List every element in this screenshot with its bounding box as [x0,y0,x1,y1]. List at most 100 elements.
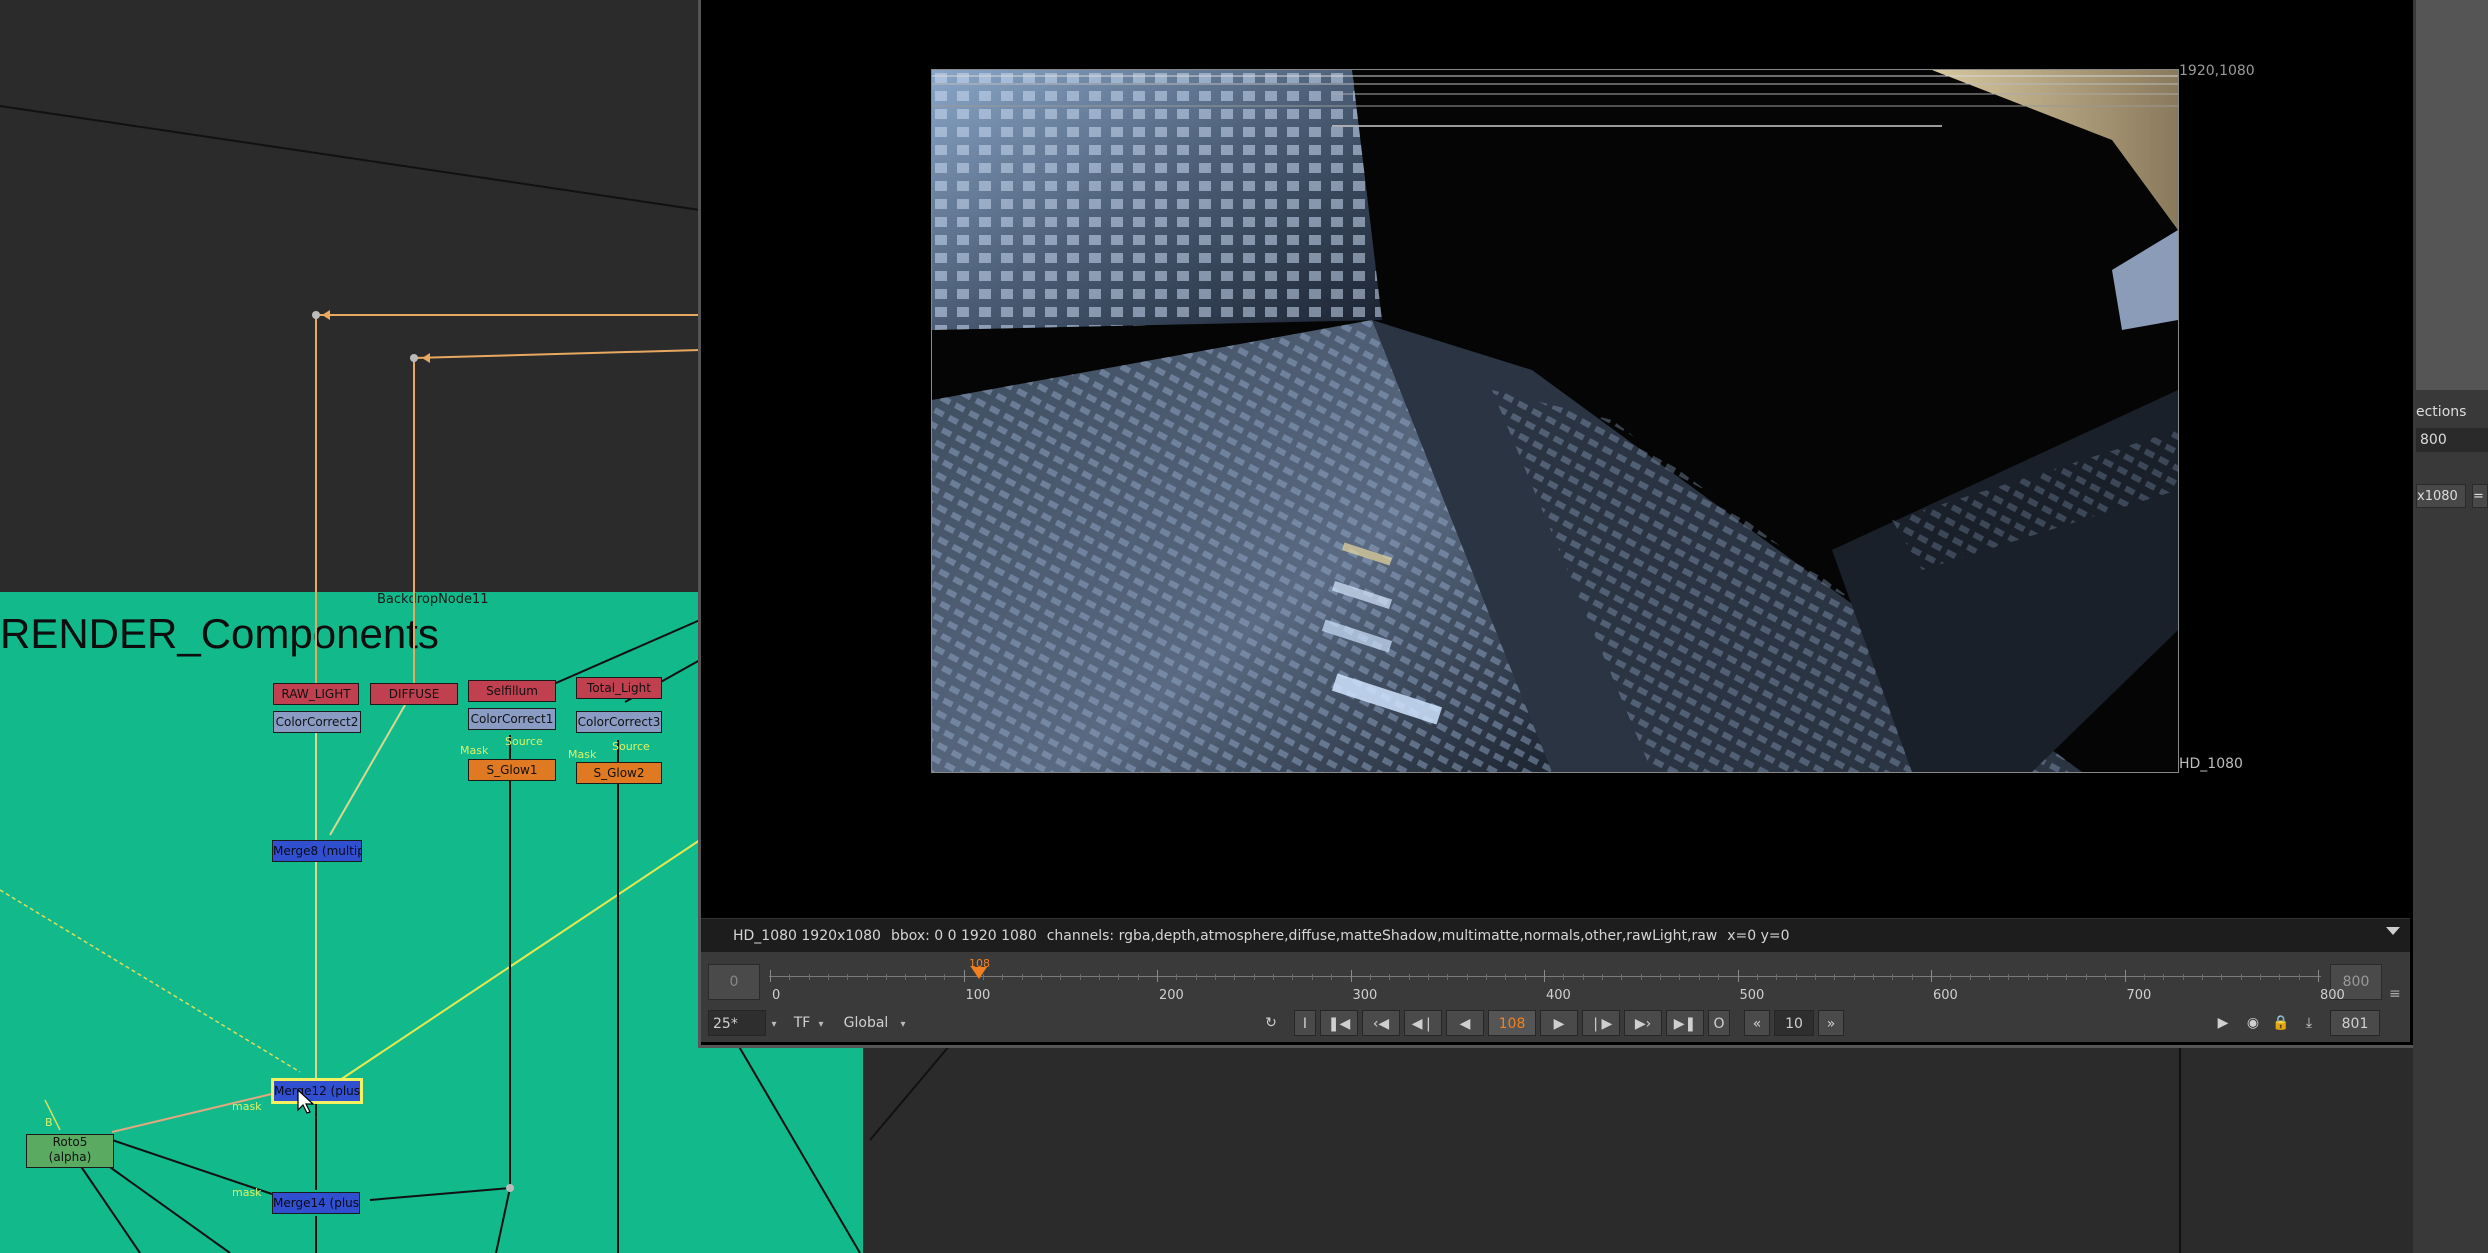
timeline-tick [1969,974,1971,980]
next-keyframe-icon[interactable]: ▶› [1624,1010,1662,1036]
input-label-mask-2: Mask [568,748,597,761]
input-label-mask-merge12: mask [232,1100,262,1113]
properties-value-field[interactable]: 800 [2416,428,2488,452]
timeline-tick [2163,974,2165,980]
timeline-tick-label: 0 [772,988,781,1003]
out-marker-button[interactable]: O [1708,1010,1730,1036]
prev-increment-icon[interactable]: ◀❘ [1404,1010,1442,1036]
timeline-tick [886,974,888,980]
timeline-tick [847,974,849,980]
timeline-tick [1756,974,1758,980]
input-label-mask: Mask [460,744,489,757]
timeline-tick [1795,974,1797,980]
timeline-tick [1350,970,1352,982]
timeline-tick [1737,970,1739,982]
record-icon[interactable]: ◉ [2240,1010,2266,1036]
timeline-tick [1060,974,1062,980]
info-channels: channels: rgba,depth,atmosphere,diffuse,… [1046,928,1718,944]
play-forward-icon[interactable]: ▶ [1540,1010,1578,1036]
last-frame-icon[interactable]: ▶❚ [1666,1010,1704,1036]
timeline-tick-label: 800 [2320,988,2345,1003]
timeline-tick [1408,974,1410,980]
timeline-tick [1853,974,1855,980]
timeline-tick [1021,974,1023,980]
node-merge-multiply[interactable]: Merge8 (multiply) [272,840,362,862]
flipbook-icon[interactable]: ▶ [2210,1010,2236,1036]
timeline-tick [2201,974,2203,980]
playback-mode-icon[interactable]: ↻ [1256,1010,1286,1036]
timeline-tick [1195,974,1197,980]
timeline-collapse-icon[interactable]: ≡ [2389,986,2401,1002]
timeline-playhead-label: 108 [968,957,990,970]
timeline-tick [944,974,946,980]
timeline-tick [905,974,907,980]
timeline-tick [1389,974,1391,980]
timeline-tick [1931,970,1932,982]
timeline-tick [1292,974,1294,980]
prev-frame-icon[interactable]: ◀ [1446,1010,1484,1036]
timeline-tick [1563,974,1565,980]
timeline-tick-label: 300 [1352,988,1378,1003]
increment-icon[interactable]: » [1818,1010,1844,1036]
timeline-tick [1040,974,1042,980]
timeline-tick [963,970,965,982]
timeline-tick [1466,974,1468,980]
current-frame-field[interactable]: 108 [1488,1010,1536,1036]
timeline-tick [1427,974,1429,980]
timeline-tick [2085,974,2087,980]
timeline-tick [1524,974,1526,980]
in-marker-button[interactable]: I [1294,1010,1316,1036]
timeline-tick [1950,974,1952,980]
info-menu-arrow-icon[interactable] [2386,927,2400,935]
export-icon[interactable]: ⤓ [2296,1010,2322,1036]
node-colorcorrect2[interactable]: ColorCorrect2 [273,711,361,733]
timeline-tick [828,974,830,980]
prev-keyframe-icon[interactable]: ‹◀ [1362,1010,1400,1036]
timeline-tick [1911,974,1913,980]
global-select[interactable]: Global [840,1010,892,1036]
node-diffuse[interactable]: DIFFUSE [370,683,458,705]
fps-field[interactable]: 25* [708,1010,766,1036]
properties-format-select[interactable]: x1080 [2416,484,2466,508]
fps-dropdown-icon[interactable]: ▾ [766,1010,782,1036]
format-corner-top-right: 1920,1080 [2179,63,2255,79]
tf-dropdown-icon[interactable]: ▾ [814,1010,828,1036]
node-raw-light[interactable]: RAW_LIGHT [273,683,359,705]
timeline-tick [1814,974,1816,980]
timeline-tick-label: 200 [1159,988,1184,1003]
node-s-glow1[interactable]: S_Glow1 [468,759,556,781]
next-frame-icon[interactable]: ❘▶ [1582,1010,1620,1036]
properties-section-label: ections [2416,404,2467,420]
node-colorcorrect3[interactable]: ColorCorrect3 [576,711,662,733]
timeline-start-frame[interactable]: 0 [708,964,760,1000]
mouse-cursor-icon [297,1088,315,1114]
timeline-tick [1098,974,1100,980]
node-roto5[interactable]: Roto5 (alpha) [26,1134,114,1168]
timeline-tick [1544,970,1545,982]
decrement-icon[interactable]: « [1744,1010,1770,1036]
node-merge14[interactable]: Merge14 (plus) [272,1192,360,1214]
first-frame-icon[interactable]: ❚◀ [1320,1010,1358,1036]
global-dropdown-icon[interactable]: ▾ [896,1010,910,1036]
node-total-light[interactable]: Total_Light [576,677,662,699]
node-colorcorrect1[interactable]: ColorCorrect1 [468,708,556,730]
tf-select[interactable]: TF [790,1010,814,1036]
increment-field[interactable]: 10 [1774,1010,1814,1036]
timeline-tick [1447,974,1449,980]
node-s-glow2[interactable]: S_Glow2 [576,762,662,784]
node-selfillum[interactable]: Selfillum [468,680,556,702]
timeline-tick [2105,974,2107,980]
lock-icon[interactable]: 🔒 [2268,1010,2294,1036]
node-roto5-sublabel: (alpha) [48,1150,92,1164]
timeline-tick [2298,974,2300,980]
viewer-image[interactable] [931,69,2179,773]
timeline-tick [2008,974,2010,980]
node-merge12[interactable]: Merge12 (plus) [271,1078,363,1104]
input-label-source-2: Source [612,740,650,753]
viewer-image-content [932,70,2178,772]
timeline-tick [1602,974,1604,980]
end-frame-field[interactable]: 801 [2330,1010,2380,1036]
properties-scroll-area[interactable] [2416,0,2488,390]
timeline-tick [2221,974,2223,980]
properties-equals-button[interactable]: = [2472,484,2488,508]
